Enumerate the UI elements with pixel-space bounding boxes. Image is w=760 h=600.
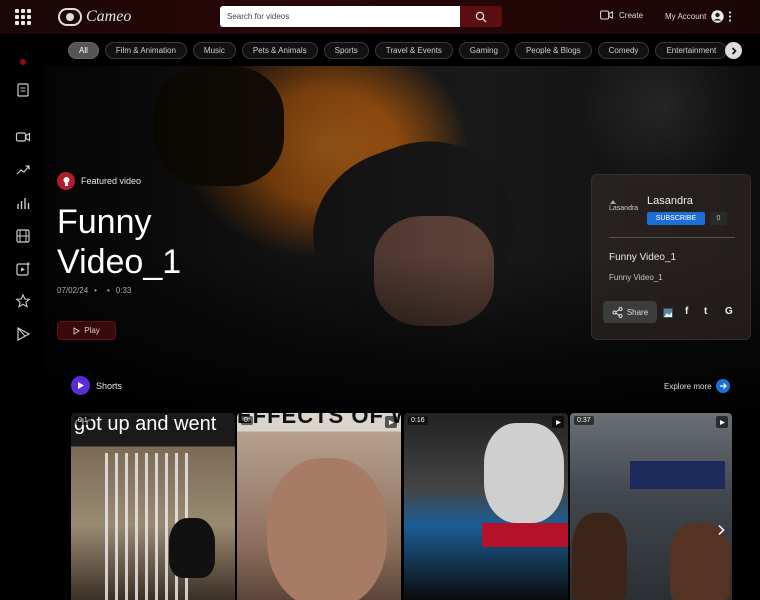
add-video-icon[interactable]	[15, 261, 31, 277]
share-icon	[612, 306, 623, 318]
meta-separator: •	[106, 286, 110, 295]
featured-badge: Featured video	[57, 172, 141, 190]
chip-travel-events[interactable]: Travel & Events	[374, 42, 453, 59]
account-menu[interactable]: My Account	[665, 10, 732, 23]
channel-card: Lasandra Lasandra SUBSCRIBE 0 Funny Vide…	[591, 174, 751, 340]
embed-image-icon[interactable]	[663, 308, 673, 318]
create-button[interactable]: Create	[600, 10, 643, 20]
top-bar: Cameo Create My Account	[0, 0, 760, 34]
card-video-title[interactable]: Funny Video_1	[609, 252, 676, 263]
featured-label: Featured video	[81, 176, 142, 186]
chevron-right-icon	[731, 46, 737, 55]
explore-label: Explore more	[664, 381, 712, 391]
featured-meta: 07/02/24 • • 0:33	[57, 286, 131, 295]
search-icon	[475, 11, 487, 22]
play-store-icon[interactable]	[15, 326, 31, 342]
video-icon[interactable]	[15, 129, 31, 145]
search-input[interactable]	[220, 6, 460, 27]
short-play-icon	[716, 416, 728, 428]
facebook-icon[interactable]: f	[685, 306, 688, 317]
channel-avatar[interactable]: Lasandra	[609, 197, 639, 217]
card-divider	[609, 237, 735, 238]
explore-more-link[interactable]: Explore more	[664, 379, 730, 393]
share-button[interactable]: Share	[603, 301, 657, 323]
featured-icon	[57, 172, 75, 190]
google-icon[interactable]: G	[725, 306, 733, 317]
short-card[interactable]: 0:16	[404, 413, 568, 600]
short-play-icon	[552, 416, 564, 428]
short-card[interactable]: got up and went 0:1	[71, 413, 235, 600]
film-icon[interactable]	[15, 228, 31, 244]
chip-all[interactable]: All	[68, 42, 99, 59]
chip-sports[interactable]: Sports	[323, 42, 369, 59]
arrow-right-icon	[715, 379, 730, 393]
play-icon	[73, 326, 81, 335]
share-label: Share	[626, 307, 649, 317]
chip-gaming[interactable]: Gaming	[458, 42, 509, 59]
chip-film-animation[interactable]: Film & Animation	[104, 42, 187, 59]
short-play-icon	[385, 416, 397, 428]
category-bar: All Film & Animation Music Pets & Animal…	[44, 34, 760, 66]
shorts-header: Shorts	[71, 376, 122, 395]
chevron-right-icon	[718, 524, 725, 536]
short-caption: EFFECTS OF WO	[237, 413, 401, 428]
featured-date: 07/02/24	[57, 286, 89, 295]
category-chips: All Film & Animation Music Pets & Animal…	[68, 42, 728, 59]
shorts-next-button[interactable]	[713, 523, 729, 539]
card-video-description: Funny Video_1	[609, 273, 663, 282]
live-dot-icon[interactable]	[15, 54, 31, 70]
subscribe-button[interactable]: SUBSCRIBE	[647, 212, 705, 225]
short-duration: 0:37	[574, 416, 594, 425]
short-card[interactable]: 0:37	[570, 413, 732, 600]
document-icon[interactable]	[15, 82, 31, 98]
featured-duration: 0:33	[115, 286, 132, 295]
play-label: Play	[84, 326, 100, 335]
trending-icon[interactable]	[15, 162, 31, 178]
short-caption: got up and went	[74, 413, 217, 435]
chip-pets-animals[interactable]: Pets & Animals	[241, 42, 318, 59]
search-button[interactable]	[460, 6, 502, 27]
shorts-heading: Shorts	[96, 380, 123, 391]
broken-image-icon	[610, 200, 616, 204]
chip-people-blogs[interactable]: People & Blogs	[514, 42, 592, 59]
brand-name: Cameo	[86, 8, 132, 25]
logo[interactable]: Cameo	[58, 6, 131, 28]
account-label: My Account	[665, 12, 707, 21]
sidebar	[0, 34, 44, 600]
twitter-icon[interactable]: t	[704, 306, 707, 317]
short-card[interactable]: EFFECTS OF WO 0:	[237, 413, 401, 600]
subscriber-count: 0	[710, 212, 727, 225]
shorts-icon	[71, 376, 90, 395]
chip-music[interactable]: Music	[192, 42, 236, 59]
short-duration: 0:16	[408, 416, 428, 425]
chips-next-button[interactable]	[725, 42, 742, 59]
create-label: Create	[619, 10, 644, 20]
video-camera-icon	[600, 10, 613, 20]
apps-grid-icon[interactable]	[15, 9, 31, 25]
logo-mark-icon	[58, 8, 82, 26]
short-duration: 0:1	[75, 416, 91, 425]
more-vertical-icon[interactable]	[728, 11, 732, 22]
short-duration: 0:	[241, 416, 253, 425]
chip-entertainment[interactable]: Entertainment	[655, 42, 728, 59]
featured-title: Funny Video_1	[57, 203, 182, 281]
bar-chart-icon[interactable]	[15, 195, 31, 211]
star-icon[interactable]	[15, 293, 31, 309]
meta-separator: •	[94, 286, 97, 295]
chip-comedy[interactable]: Comedy	[597, 42, 650, 59]
user-avatar-icon	[711, 10, 725, 23]
channel-name[interactable]: Lasandra	[647, 195, 693, 207]
play-button[interactable]: Play	[57, 321, 116, 340]
